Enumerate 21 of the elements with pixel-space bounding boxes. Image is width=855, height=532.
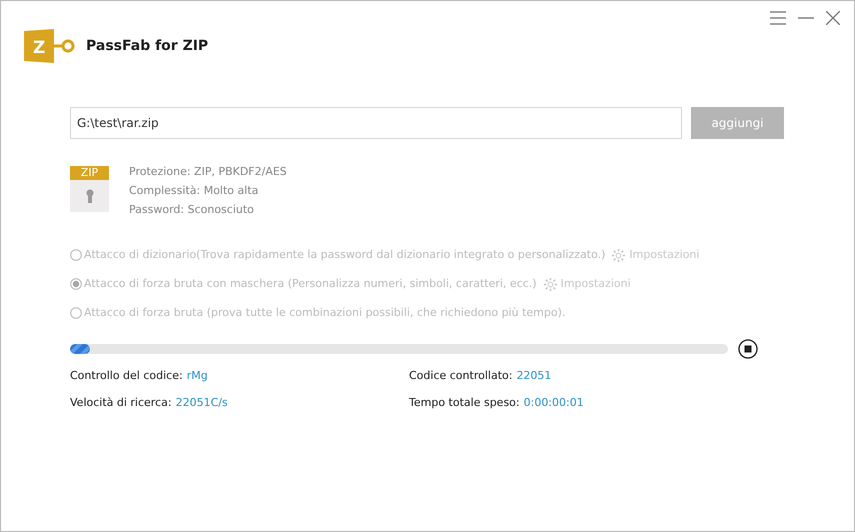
- stat-label: Controllo del codice:: [70, 368, 183, 384]
- gear-icon: [611, 248, 626, 262]
- stat-label: Tempo totale speso:: [409, 394, 520, 410]
- file-info-text: Protezione: ZIP, PBKDF2/AES: [129, 164, 287, 180]
- close-icon[interactable]: [826, 11, 840, 25]
- app-title: PassFab for ZIP: [86, 36, 208, 56]
- stat-value: rMg: [186, 368, 208, 384]
- gear-icon: [542, 276, 558, 292]
- stat-label: Codice controllato:: [409, 368, 512, 384]
- stat-value: 22051C/s: [176, 394, 228, 410]
- file-path-field[interactable]: G:\test\rar.zip: [70, 107, 682, 139]
- lock-icon: [70, 180, 109, 212]
- file-info-text: Complessità: Molto alta: [129, 183, 260, 199]
- stat-label: Velocità di ricerca:: [70, 394, 172, 410]
- minimize-icon[interactable]: [798, 17, 814, 19]
- file-type-badge: ZIP: [70, 166, 109, 180]
- stop-icon[interactable]: [738, 339, 758, 359]
- stat-value: 22051: [516, 368, 552, 384]
- menu-icon[interactable]: [770, 11, 786, 25]
- stat-value: 0:00:00:01: [524, 394, 584, 410]
- file-info-text: Password: Sconosciuto: [129, 202, 255, 218]
